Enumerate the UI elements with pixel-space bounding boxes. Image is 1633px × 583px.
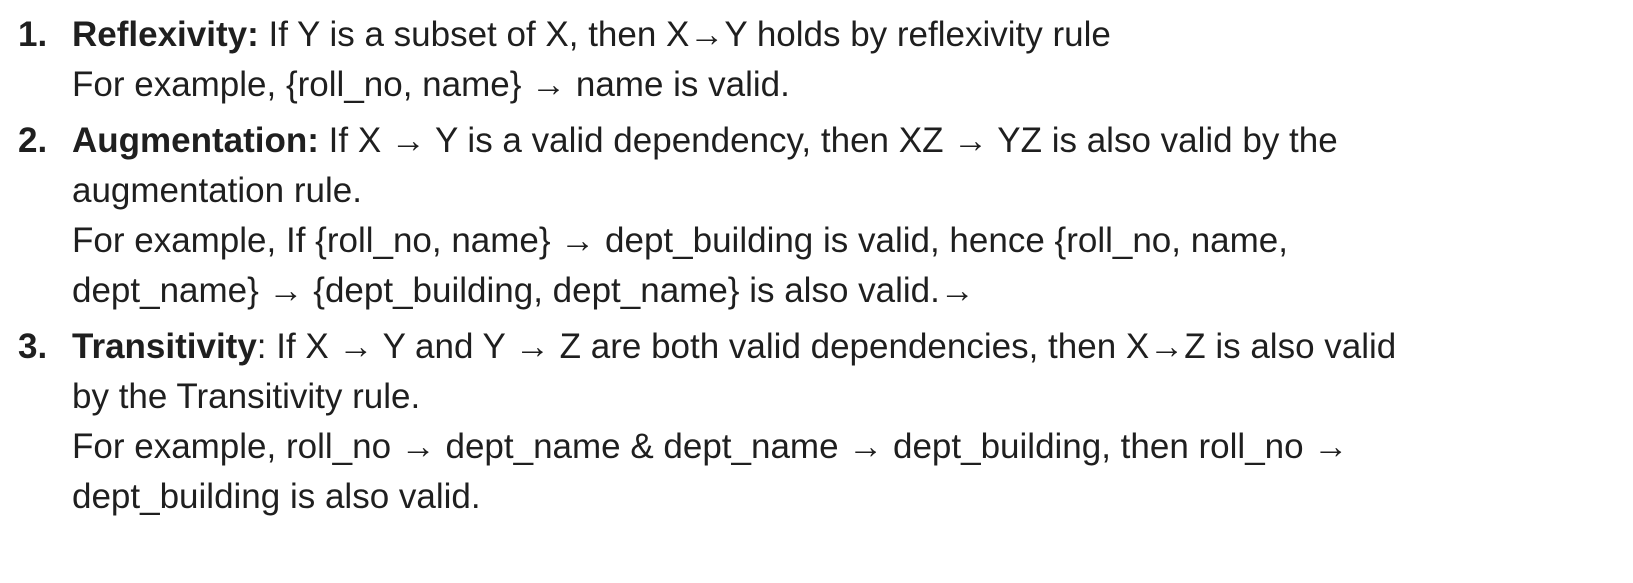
rule-content: Reflexivity: If Y is a subset of X, then… bbox=[72, 10, 1593, 110]
example-line: dept_name} → {dept_building, dept_name} … bbox=[72, 271, 975, 310]
rule-first-line: Transitivity: If X → Y and Y → Z are bot… bbox=[72, 322, 1593, 372]
rule-reflexivity: 1. Reflexivity: If Y is a subset of X, t… bbox=[18, 10, 1593, 110]
rule-number: 1. bbox=[18, 15, 48, 54]
example-line: For example, roll_no → dept_name & dept_… bbox=[72, 427, 1349, 466]
rule-line: augmentation rule. bbox=[72, 171, 362, 210]
example-line: For example, If {roll_no, name} → dept_b… bbox=[72, 221, 1288, 260]
rule-line: If Y is a subset of X, then X→Y holds by… bbox=[258, 15, 1111, 54]
rule-term: Reflexivity: bbox=[72, 15, 259, 54]
rule-number: 2. bbox=[18, 121, 48, 160]
example-line: dept_building is also valid. bbox=[72, 477, 481, 516]
rule-content: Transitivity: If X → Y and Y → Z are bot… bbox=[72, 322, 1593, 522]
rule-augmentation: 2. Augmentation: If X → Y is a valid dep… bbox=[18, 116, 1593, 316]
example-line: For example, {roll_no, name} → name is v… bbox=[72, 65, 790, 104]
rule-first-line: Augmentation: If X → Y is a valid depend… bbox=[72, 116, 1593, 166]
rule-line: by the Transitivity rule. bbox=[72, 377, 421, 416]
rule-first-line: Reflexivity: If Y is a subset of X, then… bbox=[72, 10, 1593, 60]
rule-number: 3. bbox=[18, 327, 48, 366]
rule-line: If X → Y is a valid dependency, then XZ … bbox=[318, 121, 1338, 160]
rule-line: : If X → Y and Y → Z are both valid depe… bbox=[256, 327, 1397, 366]
rule-content: Augmentation: If X → Y is a valid depend… bbox=[72, 116, 1593, 316]
rule-term: Transitivity bbox=[72, 327, 257, 366]
slide: 1. Reflexivity: If Y is a subset of X, t… bbox=[0, 0, 1633, 583]
rule-term: Augmentation: bbox=[72, 121, 319, 160]
rule-transitivity: 3. Transitivity: If X → Y and Y → Z are … bbox=[18, 322, 1593, 522]
